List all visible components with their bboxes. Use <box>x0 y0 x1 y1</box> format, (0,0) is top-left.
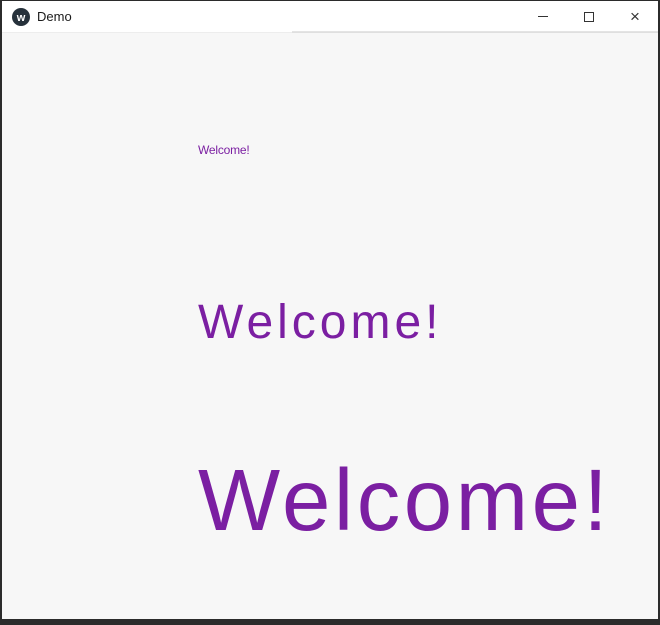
close-button[interactable]: × <box>612 1 658 32</box>
content-area: Welcome! Welcome! Welcome! <box>2 34 658 619</box>
window-controls: × <box>520 1 658 32</box>
welcome-text-small: Welcome! <box>198 143 250 157</box>
welcome-text-large: Welcome! <box>198 452 612 549</box>
maximize-icon <box>584 11 594 22</box>
maximize-button[interactable] <box>566 1 612 32</box>
close-icon: × <box>630 7 640 26</box>
minimize-icon <box>538 16 548 17</box>
welcome-text-medium: Welcome! <box>198 296 443 349</box>
svg-text:w: w <box>16 12 26 24</box>
titlebar: w Demo × <box>2 1 658 33</box>
app-window: w Demo × Welcome! Welcome! Welcome! <box>0 0 660 625</box>
titlebar-shadow <box>292 31 658 33</box>
app-logo-icon: w <box>12 7 30 26</box>
window-title: Demo <box>37 8 72 24</box>
minimize-button[interactable] <box>520 1 566 32</box>
